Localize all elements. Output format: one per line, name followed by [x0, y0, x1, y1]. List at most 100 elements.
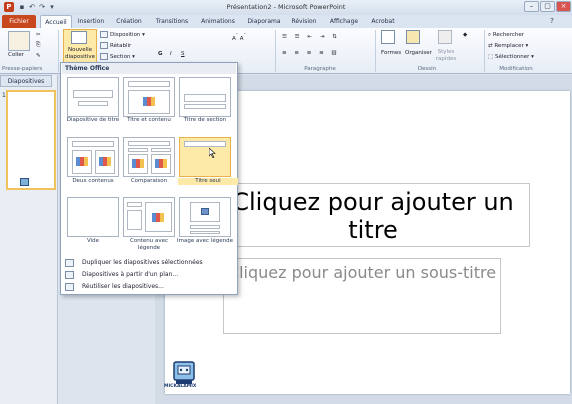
- copy-icon[interactable]: ⎘: [36, 42, 40, 49]
- tab-creation[interactable]: Création: [113, 15, 145, 28]
- bold-button[interactable]: G: [158, 51, 163, 57]
- slides-from-outline-menu-item[interactable]: Diapositives à partir d'un plan...: [62, 269, 234, 281]
- tab-diaporama[interactable]: Diaporama: [244, 15, 284, 28]
- shapes-icon: [381, 30, 395, 44]
- list-bullets-icon[interactable]: ☰ ☰ ⇤ ⇥ ⇅: [282, 34, 340, 40]
- layout-title-bar: [127, 202, 142, 207]
- layout-deux-contenus[interactable]: [67, 137, 119, 177]
- layout-title-bar: [72, 141, 114, 147]
- font-size-grow-icon[interactable]: Aˆ Aˇ: [232, 34, 246, 42]
- layout-label: Disposition: [110, 32, 141, 38]
- menu-item-label: Réutiliser les diapositives...: [82, 283, 164, 290]
- find-icon: ⌕: [488, 32, 492, 38]
- gallery-section-title: Thème Office: [62, 63, 236, 74]
- group-presse-papiers: Presse-papiers: [2, 66, 43, 72]
- content-icons-icon: [143, 97, 155, 106]
- separator: [58, 30, 59, 72]
- paste-icon[interactable]: [8, 31, 30, 51]
- section-label: Section: [110, 54, 131, 60]
- tab-revision[interactable]: Révision: [288, 15, 320, 28]
- layout-title-bar: [73, 90, 113, 98]
- group-dessin: Dessin: [417, 66, 437, 72]
- new-slide-label: Nouvelle diapositive: [65, 47, 95, 60]
- select-icon: ⬚: [488, 54, 494, 60]
- quick-styles-button[interactable]: Styles rapides: [433, 49, 459, 63]
- tab-transitions[interactable]: Transitions: [152, 15, 192, 28]
- layout-image-avec-legende[interactable]: [179, 197, 231, 237]
- italic-button[interactable]: I: [170, 51, 172, 57]
- section-icon: [100, 53, 108, 60]
- duplicate-slides-menu-item[interactable]: Dupliquer les diapositives sélectionnées: [62, 257, 234, 269]
- maximize-icon[interactable]: ▢: [540, 1, 555, 12]
- title-placeholder-text: Cliquez pour ajouter un titre: [232, 188, 514, 244]
- outline-icon: [65, 271, 74, 279]
- layout-caption-bar: [190, 225, 220, 229]
- tab-insertion[interactable]: Insertion: [74, 15, 108, 28]
- layout-comparaison[interactable]: [123, 137, 175, 177]
- layout-title-bar: [128, 81, 170, 87]
- tab-animations[interactable]: Animations: [198, 15, 238, 28]
- layout-label: Image avec légende: [177, 238, 233, 244]
- paste-button[interactable]: Coller: [8, 52, 24, 58]
- minimize-icon[interactable]: –: [524, 1, 539, 12]
- reset-button[interactable]: Rétablir: [100, 42, 131, 49]
- find-label: Rechercher: [492, 32, 524, 38]
- layout-button[interactable]: Disposition ▾: [100, 31, 145, 38]
- layout-label: Titre seul: [178, 178, 238, 185]
- layout-diapositive-de-titre[interactable]: [67, 77, 119, 117]
- tab-accueil[interactable]: Accueil: [40, 15, 72, 28]
- shape-fill-icon[interactable]: ◆: [463, 32, 467, 38]
- select-button[interactable]: ⬚ Sélectionner ▾: [488, 54, 534, 60]
- layout-heading-bar: [128, 148, 148, 152]
- content-icons-icon: [76, 157, 88, 166]
- thumbnail-logo-icon: [20, 178, 29, 186]
- reset-label: Rétablir: [110, 43, 132, 49]
- reset-icon: [100, 42, 108, 49]
- layout-contenu-avec-legende[interactable]: [123, 197, 175, 237]
- group-paragraphe: Paragraphe: [304, 66, 336, 72]
- underline-button[interactable]: S: [181, 51, 185, 57]
- layout-label: Titre de section: [183, 117, 227, 123]
- replace-button[interactable]: ⇄ Remplacer ▾: [488, 43, 528, 49]
- layout-heading-bar: [151, 148, 171, 152]
- arrange-button[interactable]: Organiser: [405, 50, 432, 56]
- layout-subtitle-bar: [184, 104, 226, 109]
- tab-fichier[interactable]: Fichier: [2, 15, 36, 28]
- mouse-cursor-icon: [209, 148, 216, 158]
- shapes-button[interactable]: Formes: [381, 50, 401, 56]
- tab-diapositives[interactable]: Diapositives: [0, 75, 52, 87]
- layout-icon: [100, 31, 108, 38]
- group-modification: Modification: [499, 66, 533, 72]
- format-painter-icon[interactable]: ✎: [36, 53, 41, 59]
- align-text-icon[interactable]: ≡ ≡ ≡ ≡ ▥: [282, 50, 340, 56]
- help-icon[interactable]: ?: [548, 17, 556, 25]
- separator: [484, 30, 485, 72]
- layout-titre-de-section[interactable]: [179, 77, 231, 117]
- tab-acrobat[interactable]: Acrobat: [368, 15, 398, 28]
- layout-label: Deux contenus: [72, 178, 114, 184]
- duplicate-icon: [65, 259, 74, 267]
- menu-item-label: Dupliquer les diapositives sélectionnées: [82, 259, 203, 266]
- layout-label: Titre et contenu: [127, 117, 171, 123]
- content-icons-icon: [155, 159, 167, 168]
- replace-label: Remplacer: [494, 43, 524, 49]
- layout-text-bar: [190, 231, 220, 234]
- close-icon[interactable]: ×: [556, 1, 571, 12]
- content-icons-icon: [132, 159, 144, 168]
- tab-affichage[interactable]: Affichage: [326, 15, 362, 28]
- layout-label: Comparaison: [130, 178, 168, 184]
- layout-titre-et-contenu[interactable]: [123, 77, 175, 117]
- cut-icon[interactable]: ✂: [36, 32, 41, 38]
- layout-vide[interactable]: [67, 197, 119, 237]
- layout-label: Contenu avec légende: [130, 238, 168, 251]
- find-button[interactable]: ⌕ Rechercher: [488, 32, 524, 39]
- slide-thumbnail[interactable]: [6, 90, 56, 190]
- section-button[interactable]: Section ▾: [100, 53, 135, 60]
- window-title: Présentation2 - Microsoft PowerPoint: [226, 3, 346, 11]
- reuse-slides-menu-item[interactable]: Réutiliser les diapositives...: [62, 281, 234, 293]
- new-slide-icon: [71, 31, 87, 44]
- layout-titre-seul[interactable]: [179, 137, 231, 177]
- content-icons-icon: [152, 213, 164, 222]
- reuse-icon: [65, 283, 74, 291]
- quick-styles-icon: [438, 30, 452, 44]
